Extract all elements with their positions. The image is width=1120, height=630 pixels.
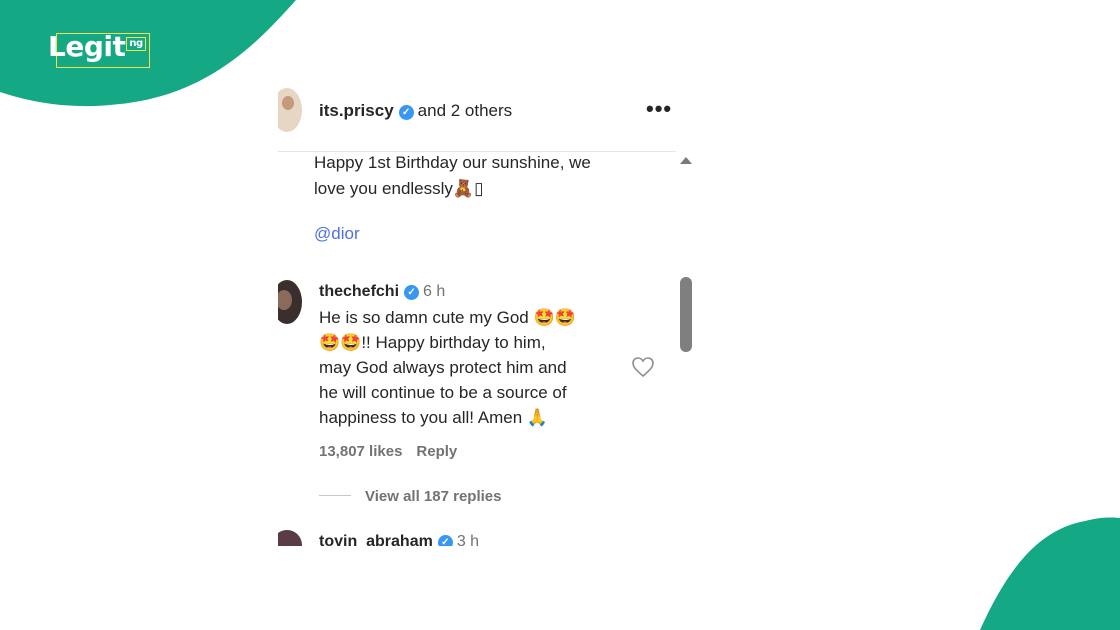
caption-line: love you endlessly🧸▯ <box>314 179 484 198</box>
brand-blob-bottom-right <box>980 517 1120 630</box>
scroll-up-arrow[interactable] <box>680 157 692 164</box>
verified-badge-icon: ✓ <box>398 105 414 120</box>
comment-line: he will continue to be a source of <box>319 383 567 402</box>
likes-count[interactable]: 13,807 likes <box>319 443 402 460</box>
comment-username[interactable]: toyin_abraham <box>319 533 433 546</box>
post-caption: Happy 1st Birthday our sunshine, we love… <box>314 150 644 202</box>
post-author[interactable]: its.priscy ✓ and 2 others <box>319 101 512 121</box>
view-replies-button[interactable]: View all 187 replies <box>365 488 501 505</box>
comment-meta: 13,807 likes Reply <box>319 443 471 460</box>
legit-logo: Legit ng <box>48 30 146 63</box>
brand-blob-top-left <box>0 0 296 107</box>
comment-author[interactable]: toyin_abraham ✓ 3 h <box>319 533 479 546</box>
replies-divider <box>319 495 351 496</box>
more-options-icon[interactable]: ••• <box>646 96 672 122</box>
avatar[interactable] <box>278 530 302 546</box>
avatar[interactable] <box>278 280 302 324</box>
comment-author[interactable]: thechefchi ✓ 6 h <box>319 283 445 301</box>
reply-button[interactable]: Reply <box>416 443 457 460</box>
comment-time: 6 h <box>423 283 446 300</box>
comment-line: 🤩🤩!! Happy birthday to him, <box>319 333 546 352</box>
avatar[interactable] <box>278 88 302 132</box>
post-header: its.priscy ✓ and 2 others ••• <box>278 84 698 136</box>
heart-icon[interactable] <box>631 356 655 378</box>
scrollbar-thumb[interactable] <box>680 277 692 352</box>
comment-line: He is so damn cute my God 🤩🤩 <box>319 308 576 327</box>
comment-line: may God always protect him and <box>319 358 567 377</box>
verified-badge-icon: ✓ <box>437 535 453 546</box>
verified-badge-icon: ✓ <box>404 285 420 300</box>
instagram-post-panel: its.priscy ✓ and 2 others ••• Happy 1st Bi… <box>278 84 698 546</box>
collaborators-link[interactable]: and 2 others <box>418 101 513 120</box>
comment-text: He is so damn cute my God 🤩🤩 🤩🤩!! Happy … <box>319 305 619 430</box>
comment-time: 3 h <box>456 533 480 546</box>
author-username[interactable]: its.priscy <box>319 101 394 120</box>
caption-line: Happy 1st Birthday our sunshine, we <box>314 153 591 172</box>
mention-link[interactable]: @dior <box>314 224 360 244</box>
comment-line: happiness to you all! Amen 🙏 <box>319 408 549 427</box>
comment-username[interactable]: thechefchi <box>319 283 399 300</box>
